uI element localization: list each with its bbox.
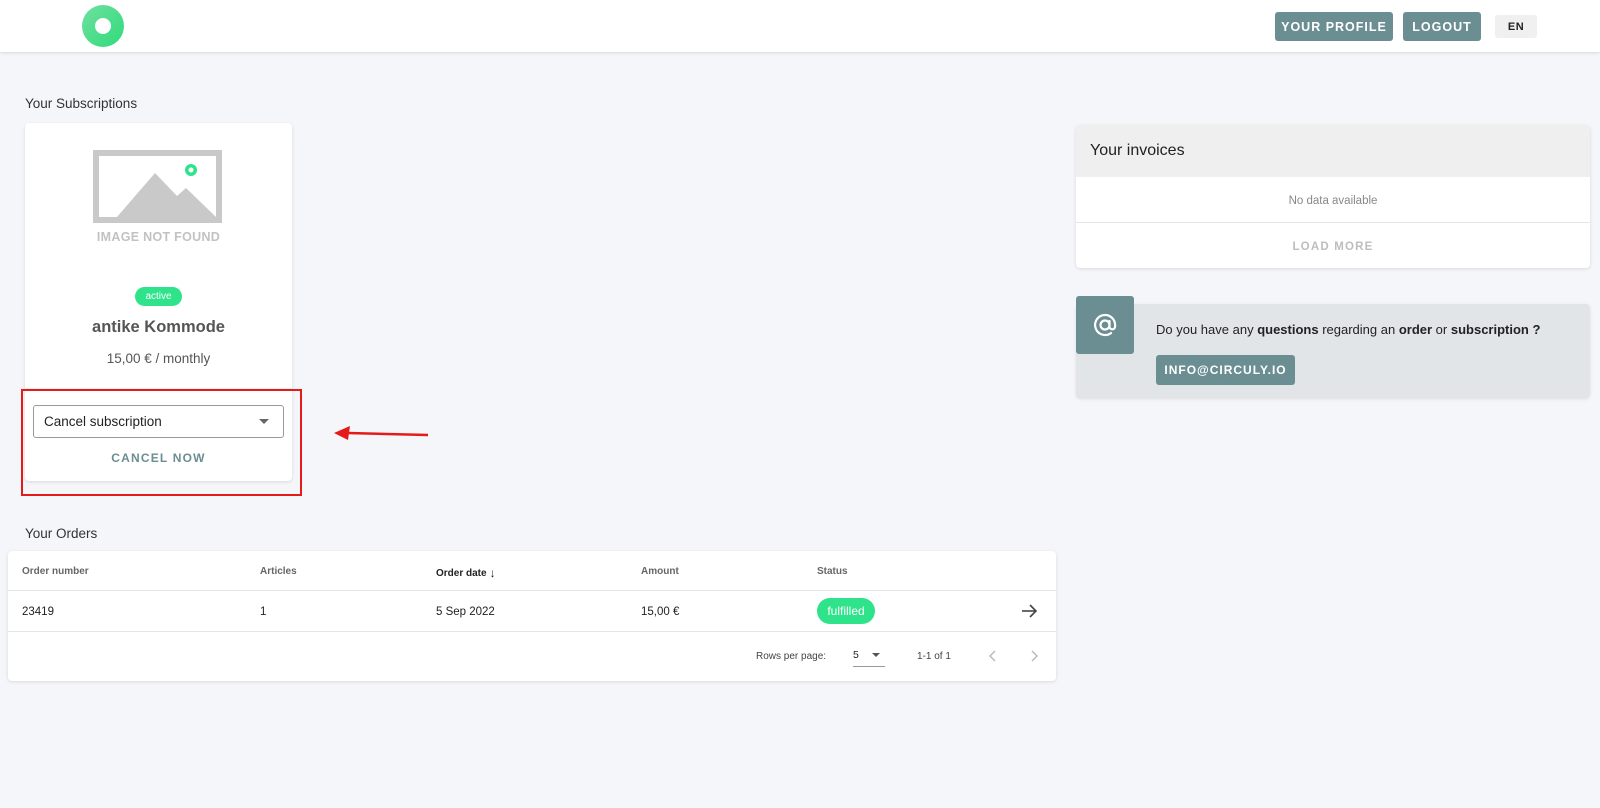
invoices-header: Your invoices [1076,125,1590,177]
contact-text-part: regarding an [1318,322,1399,337]
contact-text-questions: questions [1257,322,1319,337]
contact-text-order: order [1398,322,1433,337]
contact-text-part: Do you have any [1156,322,1258,337]
invoices-divider [1076,222,1590,223]
order-number-cell: 23419 [22,606,54,618]
annotation-highlight-box [21,389,302,496]
column-header-amount[interactable]: Amount [641,566,679,577]
rows-per-page-value: 5 [853,649,859,661]
sort-down-arrow-icon: ↓ [489,566,496,580]
order-date-cell: 5 Sep 2022 [436,606,495,618]
at-sign-glyph-icon [1094,313,1117,337]
header-divider [8,590,1056,591]
orders-table: Order number Articles Order date ↓ Amount… [8,551,1056,681]
order-status-badge: fulfilled [817,598,875,624]
your-profile-button[interactable]: YOUR PROFILE [1275,12,1393,41]
image-not-found-text: IMAGE NOT FOUND [96,230,221,244]
contact-box: Do you have any questions regarding an o… [1076,304,1590,398]
column-header-status[interactable]: Status [817,566,848,577]
chevron-down-icon [872,653,880,657]
load-more-button[interactable]: LOAD MORE [1076,232,1590,262]
contact-text-subscription: subscription ? [1450,322,1541,337]
subscriptions-title: Your Subscriptions [25,96,138,111]
subscription-name: antike Kommode [92,318,225,336]
image-placeholder-icon [93,150,222,223]
rows-per-page-select[interactable]: 5 [853,643,885,667]
status-badge: active [135,287,182,306]
invoices-empty-text: No data available [1288,195,1378,207]
row-divider [8,631,1056,632]
contact-question-text: Do you have any questions regarding an o… [1156,322,1540,337]
email-contact-button[interactable]: INFO@CIRCULY.IO [1156,355,1295,385]
mountain-image-icon [117,164,216,217]
rows-per-page-label: Rows per page: [756,651,827,662]
invoices-title: Your invoices [1090,142,1185,159]
amount-cell: 15,00 € [641,606,680,618]
circle-logo-icon[interactable] [82,5,124,47]
arrow-right-icon[interactable] [1018,600,1040,622]
articles-cell: 1 [260,606,267,618]
chevron-left-icon[interactable] [984,647,1002,665]
column-header-order-date[interactable]: Order date ↓ [436,566,496,580]
column-header-order-number[interactable]: Order number [22,566,89,577]
chevron-right-icon[interactable] [1025,647,1043,665]
column-header-order-date-label: Order date [436,568,487,579]
subscription-price: 15,00 € / monthly [106,351,211,366]
contact-text-part: or [1432,322,1451,337]
orders-title: Your Orders [25,526,98,541]
logout-button[interactable]: LOGOUT [1403,12,1481,41]
language-button[interactable]: EN [1495,15,1537,38]
annotation-arrow-icon [334,426,429,440]
pagination-range: 1-1 of 1 [917,651,951,662]
top-header: YOUR PROFILE LOGOUT EN [0,0,1600,52]
invoices-card: Your invoices No data available LOAD MOR… [1076,125,1590,268]
column-header-articles[interactable]: Articles [260,566,297,577]
at-sign-icon [1076,296,1134,354]
